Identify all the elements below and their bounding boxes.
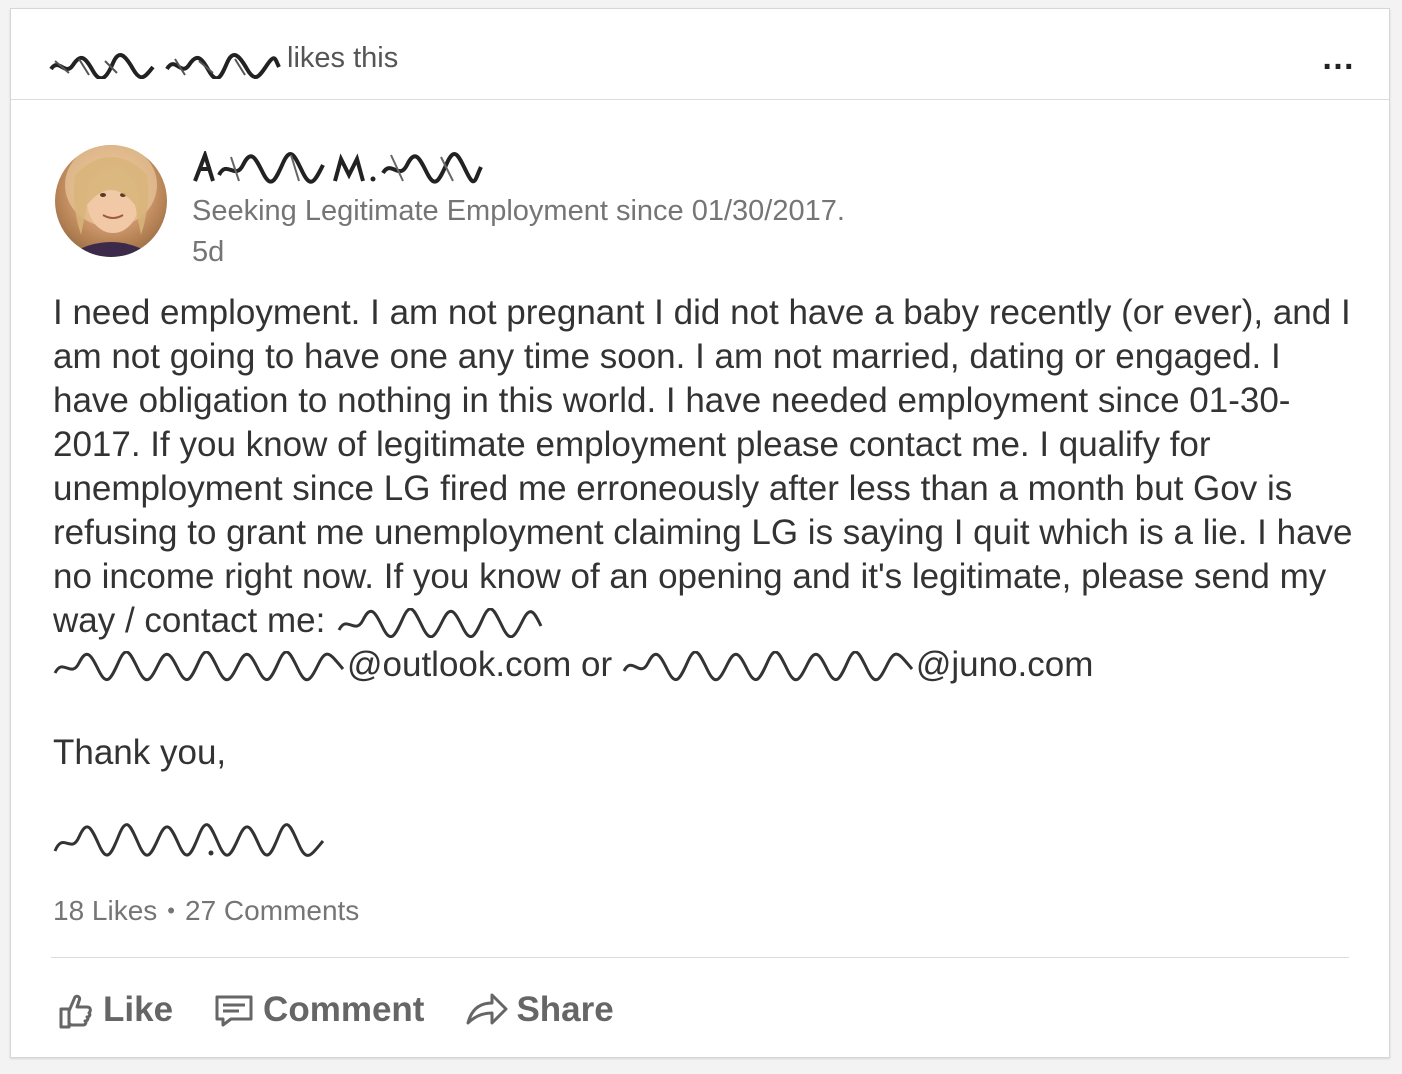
- email-or-text: or: [571, 645, 622, 684]
- author-avatar[interactable]: [55, 145, 167, 257]
- actions-divider: [51, 957, 1349, 958]
- redacted-signature: [53, 823, 325, 857]
- separator-dot: •: [167, 898, 175, 923]
- redacted-liker-name[interactable]: [49, 53, 281, 79]
- post-timestamp: 5d: [192, 236, 225, 268]
- likes-this-label: likes this: [287, 42, 399, 74]
- like-label: Like: [103, 990, 174, 1029]
- redacted-email-user-1: [53, 650, 345, 681]
- redacted-email-user-2: [622, 650, 913, 681]
- post-body-text: I need employment. I am not pregnant I d…: [53, 291, 1363, 687]
- share-arrow-icon: [466, 993, 508, 1025]
- email-domain-outlook[interactable]: @outlook.com: [347, 645, 571, 684]
- post-body: I need employment. I am not pregnant I d…: [53, 291, 1363, 687]
- redacted-contact-name: [337, 607, 543, 638]
- comments-count[interactable]: 27 Comments: [185, 895, 359, 926]
- likes-count[interactable]: 18 Likes: [53, 895, 157, 926]
- social-counts: 18 Likes • 27 Comments: [53, 895, 359, 927]
- post-body-paragraph: I need employment. I am not pregnant I d…: [53, 293, 1363, 640]
- comment-button[interactable]: Comment: [213, 989, 424, 1031]
- comment-icon: [215, 995, 253, 1027]
- post-actions-bar: Like Comment Share: [53, 985, 654, 1035]
- more-options-button[interactable]: …: [1321, 39, 1357, 78]
- feed-post-card: likes this … Seeking Legitimate Employme…: [10, 8, 1390, 1058]
- author-headline: Seeking Legitimate Employment since 01/3…: [192, 195, 845, 227]
- thumbs-up-icon: [59, 994, 92, 1029]
- redacted-author-name[interactable]: [191, 151, 483, 187]
- comment-label: Comment: [263, 990, 425, 1029]
- email-domain-juno[interactable]: @juno.com: [916, 645, 1094, 684]
- share-button[interactable]: Share: [464, 989, 614, 1031]
- post-closing: Thank you,: [53, 733, 227, 772]
- activity-header: likes this …: [11, 9, 1389, 100]
- share-label: Share: [516, 990, 614, 1029]
- avatar-photo-icon: [65, 145, 157, 257]
- like-button[interactable]: Like: [53, 989, 173, 1031]
